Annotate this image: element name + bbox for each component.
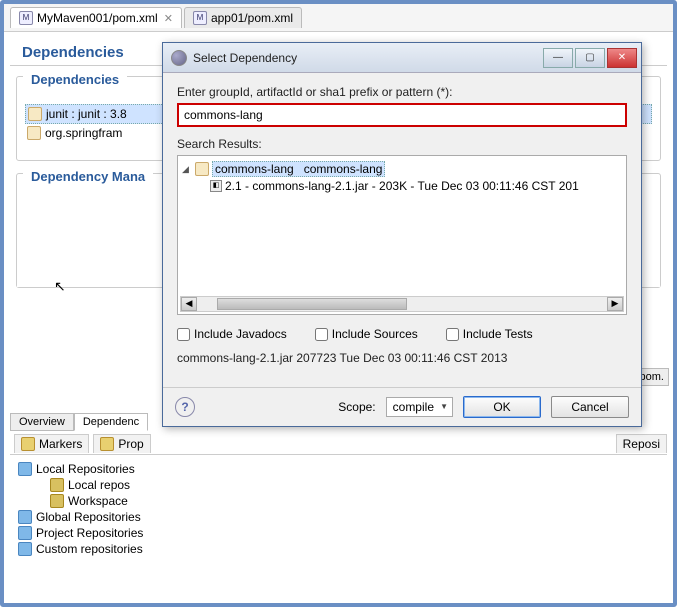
view-properties[interactable]: Prop [93,434,150,453]
search-results[interactable]: ◢ commons-lang commons-lang ◧ 2.1 - comm… [177,155,627,315]
tab-label: MyMaven001/pom.xml [37,11,158,25]
cursor-icon: ↖ [54,278,66,295]
search-prompt: Enter groupId, artifactId or sha1 prefix… [177,85,627,99]
repo-icon [18,542,32,556]
tree-label: Workspace [68,494,128,508]
view-markers[interactable]: Markers [14,434,89,453]
selection-info: commons-lang-2.1.jar 207723 Tue Dec 03 0… [177,351,627,365]
tree-node-custom-repositories[interactable]: Custom repositories [14,541,663,557]
close-button[interactable]: ✕ [607,48,637,68]
tab-overview[interactable]: Overview [10,413,74,431]
dependency-label: junit : junit : 3.8 [46,107,127,121]
results-label: Search Results: [177,137,627,151]
include-tests-checkbox[interactable]: Include Tests [446,327,533,341]
minimize-button[interactable]: — [543,48,573,68]
view-label: Markers [39,437,82,451]
result-version-row[interactable]: ◧ 2.1 - commons-lang-2.1.jar - 203K - Tu… [182,178,622,194]
tree-node-workspace[interactable]: Workspace [14,493,663,509]
group-title: Dependencies [23,68,127,91]
checkbox-label: Include Sources [332,327,418,341]
view-label: Reposi [623,437,660,451]
tab-mymaven-pom[interactable]: M MyMaven001/pom.xml ✕ [10,7,182,28]
scope-label: Scope: [338,400,375,414]
ok-button[interactable]: OK [463,396,541,418]
horizontal-scrollbar[interactable]: ◀ ▶ [180,296,624,312]
maximize-button[interactable]: ▢ [575,48,605,68]
repo-icon [18,510,32,524]
result-group-label: commons-lang commons-lang [212,161,385,177]
properties-icon [100,437,114,451]
tree-node-local-repositories[interactable]: Local Repositories [14,461,663,477]
jar-icon [195,162,209,176]
help-icon[interactable]: ? [175,397,195,417]
cancel-button[interactable]: Cancel [551,396,629,418]
scope-select[interactable]: compile [386,397,453,417]
result-version-label: 2.1 - commons-lang-2.1.jar - 203K - Tue … [225,179,579,193]
maven-file-icon: M [193,11,207,25]
include-sources-checkbox[interactable]: Include Sources [315,327,418,341]
tab-label: app01/pom.xml [211,11,293,25]
repositories-tree: Local Repositories Local repos Workspace… [10,455,667,563]
tree-node-local-repos[interactable]: Local repos [14,477,663,493]
tree-label: Local repos [68,478,130,492]
include-javadocs-checkbox[interactable]: Include Javadocs [177,327,287,341]
tree-node-global-repositories[interactable]: Global Repositories [14,509,663,525]
tree-label: Custom repositories [36,542,143,556]
tab-app01-pom[interactable]: M app01/pom.xml [184,7,302,28]
scroll-right-icon[interactable]: ▶ [607,297,623,311]
version-icon: ◧ [210,180,222,192]
checkbox-label: Include Javadocs [194,327,287,341]
search-input[interactable] [177,103,627,127]
tab-dependencies[interactable]: Dependenc [74,413,148,431]
views-dock: Markers Prop Reposi Local Repositories L… [10,433,667,573]
maven-file-icon: M [19,11,33,25]
tree-label: Project Repositories [36,526,143,540]
group-title: Dependency Mana [23,165,153,188]
scroll-left-icon[interactable]: ◀ [181,297,197,311]
editor-tabs: M MyMaven001/pom.xml ✕ M app01/pom.xml [4,4,673,32]
repo-icon [18,526,32,540]
repo-icon [18,462,32,476]
dependency-label: org.springfram [45,126,122,140]
jar-icon [27,126,41,140]
result-group-row[interactable]: ◢ commons-lang commons-lang [182,160,622,178]
markers-icon [21,437,35,451]
close-icon[interactable]: ✕ [164,12,173,25]
repo-icon [50,494,64,508]
editor-bottom-tabs: Overview Dependenc [10,413,148,431]
dialog-title: Select Dependency [193,51,543,65]
tree-collapse-icon[interactable]: ◢ [182,164,192,175]
dialog-titlebar[interactable]: Select Dependency — ▢ ✕ [163,43,641,73]
tree-label: Local Repositories [36,462,135,476]
select-dependency-dialog: Select Dependency — ▢ ✕ Enter groupId, a… [162,42,642,427]
tree-label: Global Repositories [36,510,141,524]
repo-icon [50,478,64,492]
jar-icon [28,107,42,121]
checkbox-label: Include Tests [463,327,533,341]
tree-node-project-repositories[interactable]: Project Repositories [14,525,663,541]
scroll-thumb[interactable] [217,298,407,310]
view-label: Prop [118,437,143,451]
eclipse-icon [171,50,187,66]
view-repositories[interactable]: Reposi [616,434,667,453]
